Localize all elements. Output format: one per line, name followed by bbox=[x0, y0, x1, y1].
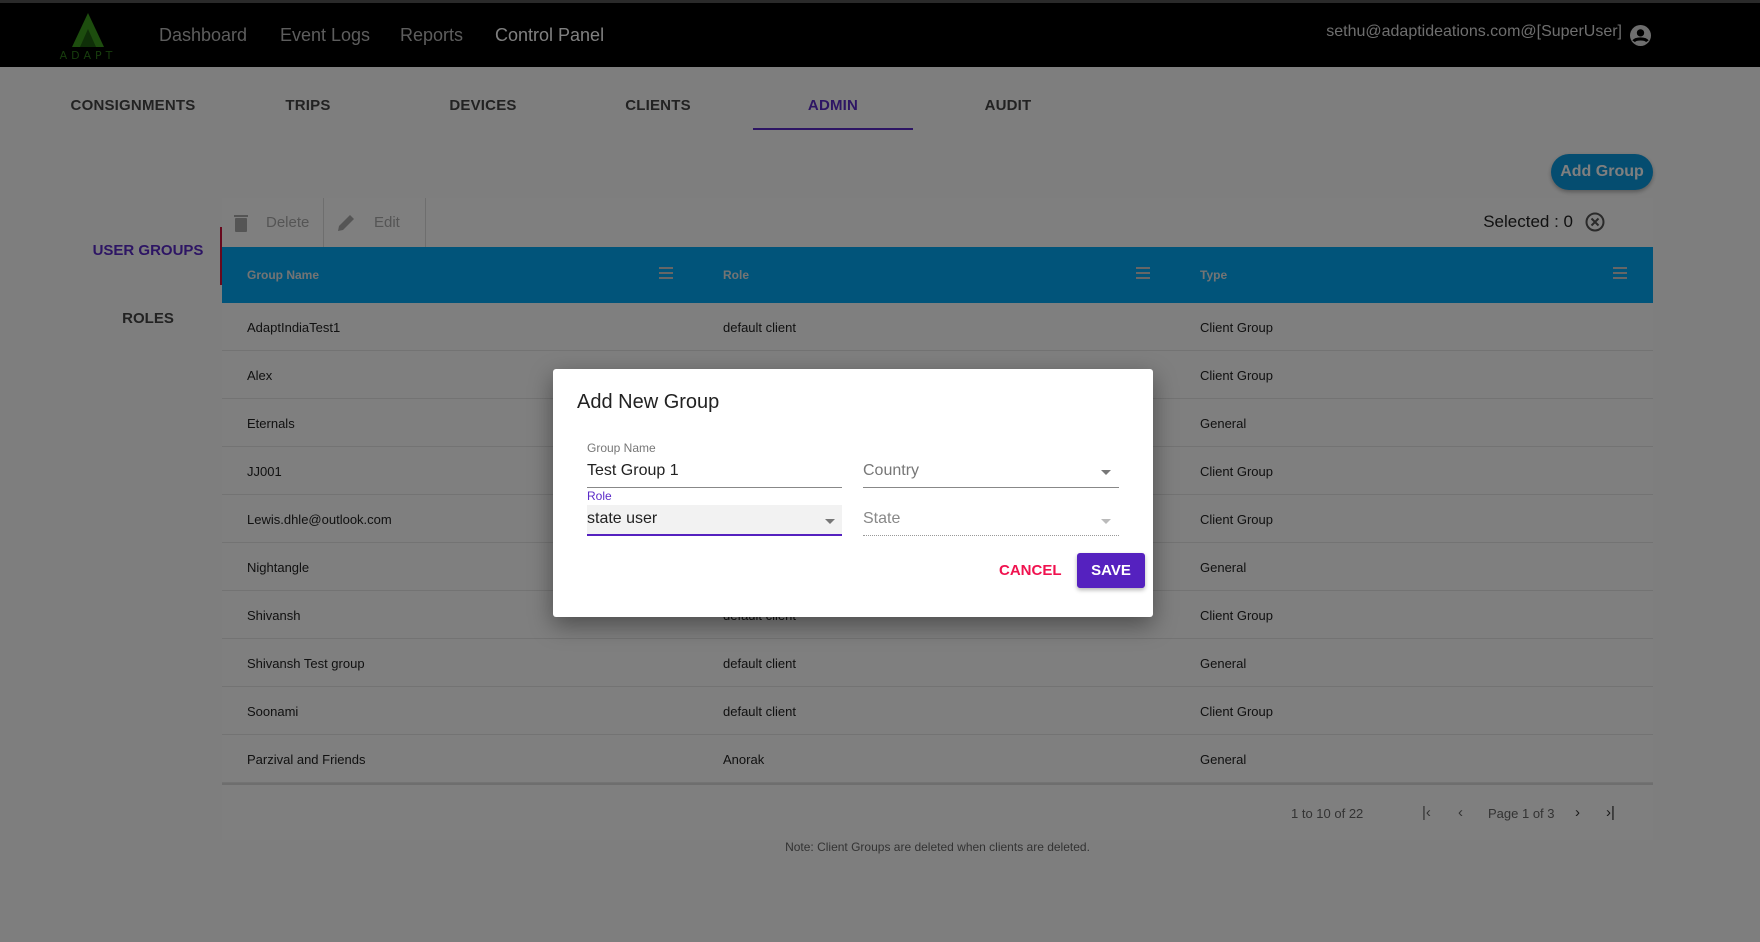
state-select[interactable]: State bbox=[863, 510, 900, 528]
role-label: Role bbox=[587, 489, 612, 503]
chevron-down-icon bbox=[1101, 470, 1111, 475]
cancel-button[interactable]: CANCEL bbox=[999, 553, 1062, 588]
dialog-title: Add New Group bbox=[577, 391, 720, 413]
country-select[interactable]: Country bbox=[863, 462, 919, 480]
country-underline bbox=[863, 487, 1119, 488]
chevron-down-icon bbox=[1101, 519, 1111, 524]
role-value: state user bbox=[587, 510, 658, 527]
chevron-down-icon bbox=[825, 519, 835, 524]
add-group-dialog: Add New Group Group Name Test Group 1 Co… bbox=[553, 369, 1153, 617]
group-name-label: Group Name bbox=[587, 441, 656, 455]
group-name-underline bbox=[587, 487, 842, 488]
state-underline bbox=[863, 535, 1119, 536]
group-name-input[interactable]: Test Group 1 bbox=[587, 462, 679, 480]
save-button[interactable]: SAVE bbox=[1077, 553, 1145, 588]
